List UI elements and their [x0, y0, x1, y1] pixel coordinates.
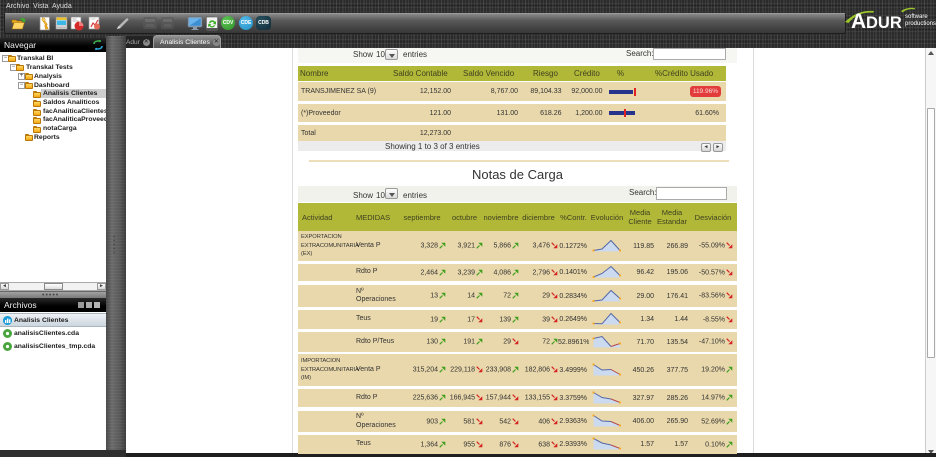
svg-text:DUR: DUR [866, 14, 902, 32]
svg-text:A: A [851, 10, 866, 32]
svg-text:software: software [905, 14, 928, 20]
svg-text:productions: productions [905, 21, 936, 27]
